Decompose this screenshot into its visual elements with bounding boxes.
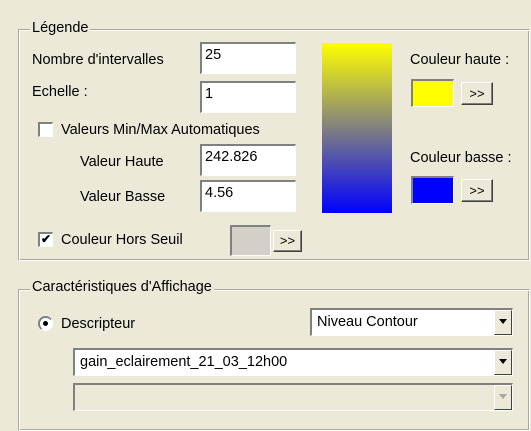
valeur-basse-label: Valeur Basse [80,189,166,205]
couleur-haute-swatch[interactable] [411,79,454,107]
mode-select-value: Niveau Contour [317,314,418,330]
couleur-basse-swatch[interactable] [411,176,454,204]
radio-dot-icon [43,321,48,326]
chevron-down-icon[interactable] [494,385,512,410]
hors-seuil-checkbox[interactable]: ✔ [38,232,53,247]
chevron-down-icon[interactable] [494,350,512,375]
descripteur-label: Descripteur [61,316,136,332]
hors-seuil-label: Couleur Hors Seuil [61,232,183,248]
dataset-select-value: gain_eclairement_21_03_12h00 [80,354,288,370]
couleur-haute-button[interactable]: >> [461,82,493,105]
couleur-basse-button[interactable]: >> [461,179,493,202]
secondary-select[interactable] [73,383,513,411]
hors-seuil-color-button[interactable]: >> [273,230,302,252]
couleur-haute-label: Couleur haute : [410,52,510,68]
valeur-haute-label: Valeur Haute [80,154,164,170]
dataset-select[interactable]: gain_eclairement_21_03_12h00 [73,348,513,376]
mode-select[interactable]: Niveau Contour [310,308,513,336]
echelle-input[interactable]: 1 [200,81,296,113]
affichage-title: Caractéristiques d'Affichage [30,279,214,295]
valeur-basse-input[interactable]: 4.56 [200,180,296,212]
echelle-label: Echelle : [32,84,88,100]
auto-minmax-checkbox[interactable] [38,122,53,137]
nombre-intervalles-label: Nombre d'intervalles [32,52,164,68]
couleur-basse-label: Couleur basse : [410,150,512,166]
color-gradient-bar [322,43,392,213]
legende-title: Légende [30,20,91,36]
nombre-intervalles-input[interactable]: 25 [200,42,296,74]
descripteur-radio[interactable] [38,316,53,331]
hors-seuil-color-swatch[interactable] [230,225,271,256]
check-mark-icon: ✔ [40,232,52,246]
chevron-down-icon[interactable] [494,310,512,335]
valeur-haute-input[interactable]: 242.826 [200,144,296,176]
auto-minmax-label: Valeurs Min/Max Automatiques [61,122,260,138]
